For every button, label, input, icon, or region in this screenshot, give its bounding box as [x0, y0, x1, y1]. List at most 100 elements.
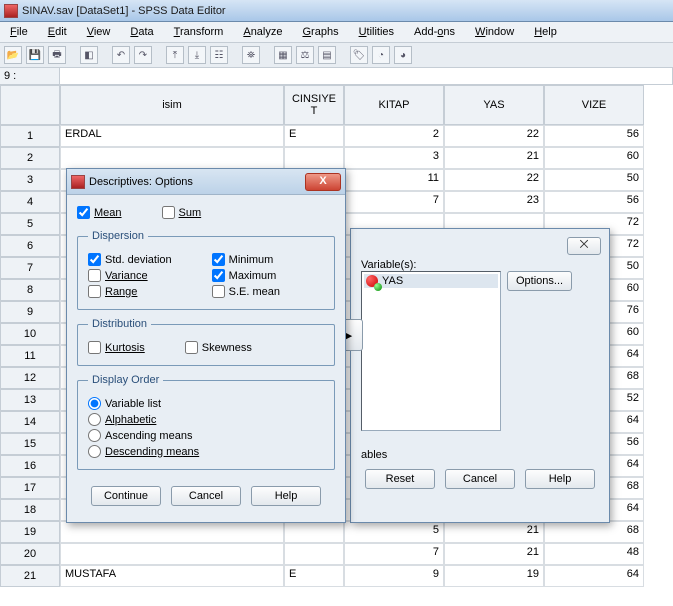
- cell-isim[interactable]: [60, 521, 284, 543]
- col-header-vize[interactable]: VIZE: [544, 85, 644, 125]
- row-header[interactable]: 7: [0, 257, 60, 279]
- split-file-icon[interactable]: ▦: [274, 46, 292, 64]
- row-header[interactable]: 11: [0, 345, 60, 367]
- maximum-checkbox[interactable]: Maximum: [212, 269, 280, 282]
- cell-kitap[interactable]: 5: [344, 521, 444, 543]
- menu-view[interactable]: View: [83, 24, 115, 40]
- ascending-radio[interactable]: Ascending means: [88, 429, 324, 442]
- cell-vize[interactable]: 48: [544, 543, 644, 565]
- cell-yas[interactable]: 22: [444, 125, 544, 147]
- cell-isim[interactable]: MUSTAFA: [60, 565, 284, 587]
- help-button[interactable]: Help: [525, 469, 595, 489]
- menu-file[interactable]: File: [6, 24, 32, 40]
- find-icon[interactable]: ⛯: [242, 46, 260, 64]
- skewness-checkbox[interactable]: Skewness: [185, 341, 252, 354]
- save-icon[interactable]: 💾: [26, 46, 44, 64]
- row-header[interactable]: 2: [0, 147, 60, 169]
- row-header[interactable]: 3: [0, 169, 60, 191]
- cell-kitap[interactable]: 2: [344, 125, 444, 147]
- row-header[interactable]: 17: [0, 477, 60, 499]
- cell-cinsiyet[interactable]: E: [284, 125, 344, 147]
- cell-ref-value[interactable]: [60, 68, 673, 84]
- sum-checkbox[interactable]: Sum: [162, 206, 202, 219]
- cell-vize[interactable]: 50: [544, 169, 644, 191]
- use-sets-icon[interactable]: ◔: [372, 46, 390, 64]
- cell-cinsiyet[interactable]: [284, 543, 344, 565]
- menu-utilities[interactable]: Utilities: [355, 24, 398, 40]
- descending-radio[interactable]: Descending means: [88, 445, 324, 458]
- cell-vize[interactable]: 56: [544, 125, 644, 147]
- undo-icon[interactable]: ↶: [112, 46, 130, 64]
- cell-yas[interactable]: 22: [444, 169, 544, 191]
- show-all-icon[interactable]: ◕: [394, 46, 412, 64]
- options-close-button[interactable]: X: [305, 173, 341, 191]
- cell-yas[interactable]: 21: [444, 147, 544, 169]
- cell-cinsiyet[interactable]: [284, 521, 344, 543]
- goto-var-icon[interactable]: ⤓: [188, 46, 206, 64]
- print-icon[interactable]: 🖶: [48, 46, 66, 64]
- cell-yas[interactable]: 21: [444, 543, 544, 565]
- row-header[interactable]: 4: [0, 191, 60, 213]
- cell-kitap[interactable]: 7: [344, 191, 444, 213]
- options-button[interactable]: Options...: [507, 271, 572, 291]
- minimum-checkbox[interactable]: Minimum: [212, 253, 280, 266]
- cell-yas[interactable]: 21: [444, 521, 544, 543]
- row-header[interactable]: 5: [0, 213, 60, 235]
- menu-analyze[interactable]: Analyze: [239, 24, 286, 40]
- row-header[interactable]: 8: [0, 279, 60, 301]
- goto-case-icon[interactable]: ⤒: [166, 46, 184, 64]
- cell-kitap[interactable]: 3: [344, 147, 444, 169]
- row-header[interactable]: 20: [0, 543, 60, 565]
- weight-icon[interactable]: ⚖: [296, 46, 314, 64]
- variable-item[interactable]: YAS: [364, 274, 498, 288]
- row-header[interactable]: 9: [0, 301, 60, 323]
- cancel-button[interactable]: Cancel: [445, 469, 515, 489]
- row-header[interactable]: 10: [0, 323, 60, 345]
- variables-listbox[interactable]: YAS: [361, 271, 501, 431]
- menu-help[interactable]: Help: [530, 24, 561, 40]
- help-button[interactable]: Help: [251, 486, 321, 506]
- cell-isim[interactable]: [60, 147, 284, 169]
- col-header-cinsiyet[interactable]: CINSIYE T: [284, 85, 344, 125]
- redo-icon[interactable]: ↷: [134, 46, 152, 64]
- cell-yas[interactable]: 23: [444, 191, 544, 213]
- alphabetic-radio[interactable]: Alphabetic: [88, 413, 324, 426]
- mean-checkbox[interactable]: Mean: [77, 206, 122, 219]
- cell-isim[interactable]: [60, 543, 284, 565]
- row-header[interactable]: 13: [0, 389, 60, 411]
- range-checkbox[interactable]: Range: [88, 285, 172, 298]
- cell-cinsiyet[interactable]: [284, 147, 344, 169]
- open-icon[interactable]: 📂: [4, 46, 22, 64]
- std-checkbox[interactable]: Std. deviation: [88, 253, 172, 266]
- col-header-kitap[interactable]: KITAP: [344, 85, 444, 125]
- cell-vize[interactable]: 64: [544, 565, 644, 587]
- value-labels-icon[interactable]: 🏷: [350, 46, 368, 64]
- cell-kitap[interactable]: 7: [344, 543, 444, 565]
- row-header[interactable]: 16: [0, 455, 60, 477]
- vars-icon[interactable]: ☷: [210, 46, 228, 64]
- col-header-yas[interactable]: YAS: [444, 85, 544, 125]
- menu-graphs[interactable]: Graphs: [298, 24, 342, 40]
- row-header[interactable]: 19: [0, 521, 60, 543]
- row-header[interactable]: 18: [0, 499, 60, 521]
- menu-addons[interactable]: Add-ons: [410, 24, 459, 40]
- row-header[interactable]: 6: [0, 235, 60, 257]
- menu-window[interactable]: Window: [471, 24, 518, 40]
- col-header-rownum[interactable]: [0, 85, 60, 125]
- variable-list-radio[interactable]: Variable list: [88, 397, 324, 410]
- reset-button[interactable]: Reset: [365, 469, 435, 489]
- cell-kitap[interactable]: 11: [344, 169, 444, 191]
- row-header[interactable]: 12: [0, 367, 60, 389]
- cancel-button[interactable]: Cancel: [171, 486, 241, 506]
- variance-checkbox[interactable]: Variance: [88, 269, 172, 282]
- menu-edit[interactable]: Edit: [44, 24, 71, 40]
- menu-data[interactable]: Data: [126, 24, 157, 40]
- row-header[interactable]: 21: [0, 565, 60, 587]
- cell-vize[interactable]: 56: [544, 191, 644, 213]
- col-header-isim[interactable]: isim: [60, 85, 284, 125]
- dialog-recall-icon[interactable]: ◧: [80, 46, 98, 64]
- row-header[interactable]: 15: [0, 433, 60, 455]
- menu-transform[interactable]: Transform: [170, 24, 228, 40]
- row-header[interactable]: 1: [0, 125, 60, 147]
- continue-button[interactable]: Continue: [91, 486, 161, 506]
